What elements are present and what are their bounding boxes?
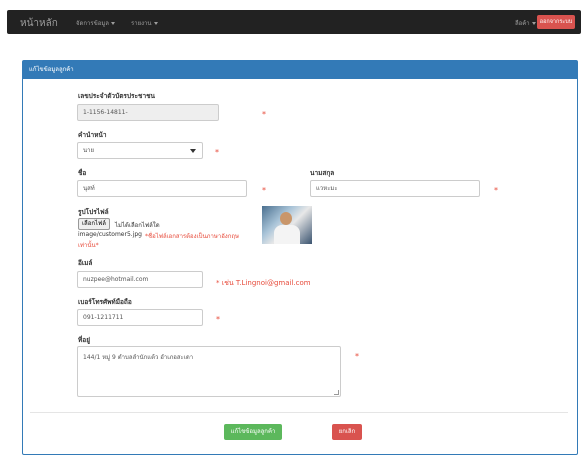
- chevron-down-icon: [110, 22, 115, 25]
- email-example-hint: * เช่น T.Lingnoi@gmail.com: [216, 279, 311, 287]
- address-text: 144/1 หมู่ 9 ตำบลลำนักแต้ว อำเภอสะเดา: [83, 354, 194, 361]
- nav-customer-dropdown[interactable]: ลือค้า: [515, 18, 536, 28]
- file-note-text-cont: เท่านั้น*: [78, 242, 99, 249]
- panel-title: แก้ไขข้อมูลลูกค้า: [23, 61, 577, 79]
- phone-label: เบอร์โทรศัพท์มือถือ: [78, 298, 132, 306]
- cancel-button[interactable]: ยกเลิก: [332, 424, 362, 440]
- firstname-field[interactable]: นุสท์: [77, 180, 247, 197]
- nav-manage-label: จัดการข้อมูล: [76, 20, 109, 27]
- chevron-down-icon: [153, 22, 158, 25]
- nav-report-label: รายงาน: [131, 20, 152, 27]
- phone-field[interactable]: 091-1211711: [77, 309, 203, 326]
- file-status-text: ไม่ได้เลือกไฟล์ใด: [115, 222, 160, 229]
- required-mark: *: [215, 148, 219, 157]
- resize-handle-icon[interactable]: [334, 390, 339, 395]
- photo-label: รูปโปรไฟล์: [78, 208, 109, 216]
- required-mark: *: [262, 110, 266, 119]
- file-note-text: *ชื่อไฟล์เอกสารต้องเป็นภาษาอังกฤษ: [145, 233, 239, 240]
- file-path-text: image/customer5.jpg: [78, 231, 142, 238]
- form-divider: [30, 412, 568, 413]
- email-field[interactable]: nuzpee@hotmail.com: [77, 271, 203, 288]
- top-navbar: หน้าหลัก จัดการข้อมูล รายงาน ลือค้า ออกจ…: [7, 10, 581, 34]
- choose-file-button[interactable]: เลือกไฟล์: [78, 218, 110, 230]
- save-customer-button[interactable]: แก้ไขข้อมูลลูกค้า: [224, 424, 282, 440]
- photo-face: [280, 212, 292, 225]
- chevron-down-icon: [190, 149, 196, 153]
- prefix-label: คำนำหน้า: [78, 131, 107, 139]
- required-mark: *: [494, 186, 498, 195]
- profile-photo: [262, 206, 312, 244]
- nav-customer-label: ลือค้า: [515, 20, 530, 27]
- address-textarea[interactable]: 144/1 หมู่ 9 ตำบลลำนักแต้ว อำเภอสะเดา: [77, 346, 341, 397]
- id-card-label: เลขประจำตัวบัตรประชาชน: [78, 92, 155, 100]
- prefix-select[interactable]: นาย: [77, 142, 203, 159]
- chevron-down-icon: [531, 22, 536, 25]
- address-label: ที่อยู่: [78, 336, 90, 344]
- logout-button[interactable]: ออกจากระบบ: [537, 15, 575, 29]
- lastname-field[interactable]: แวหะมะ: [310, 180, 480, 197]
- brand-home-link[interactable]: หน้าหลัก: [20, 16, 58, 31]
- nav-report-dropdown[interactable]: รายงาน: [131, 18, 158, 28]
- required-mark: *: [262, 186, 266, 195]
- id-card-field[interactable]: 1-1156-14811-: [77, 104, 219, 121]
- photo-shirt: [274, 225, 300, 244]
- lastname-label: นามสกุล: [310, 169, 335, 177]
- email-label: อีเมล์: [78, 259, 93, 267]
- required-mark: *: [216, 315, 220, 324]
- required-mark: *: [355, 352, 359, 361]
- firstname-label: ชื่อ: [78, 169, 87, 177]
- nav-manage-dropdown[interactable]: จัดการข้อมูล: [76, 18, 115, 28]
- prefix-selected-value: นาย: [83, 147, 94, 154]
